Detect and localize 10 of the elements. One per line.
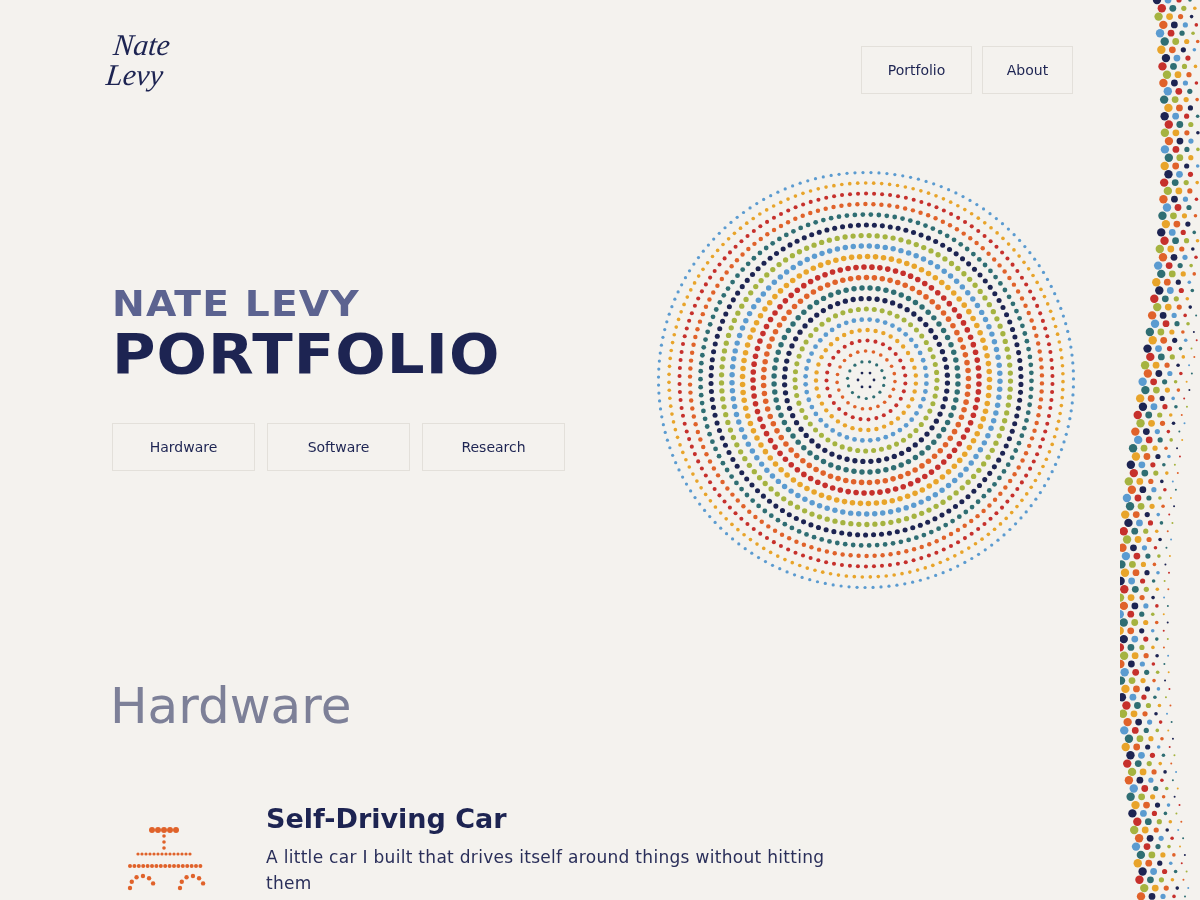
nav-button[interactable]: Portfolio [861, 46, 972, 94]
hero-title: PORTFOLIO [112, 323, 502, 385]
nav-button[interactable]: About [982, 46, 1073, 94]
hero-subtitle: NATE LEVY [112, 285, 361, 323]
project-description: A little car I built that drives itself around things without hitting them [266, 846, 826, 895]
category-button[interactable]: Research [422, 423, 565, 471]
project-title: Self-Driving Car [266, 802, 508, 836]
section-heading: Hardware [110, 678, 353, 734]
category-button[interactable]: Hardware [112, 423, 255, 471]
category-button[interactable]: Software [267, 423, 410, 471]
